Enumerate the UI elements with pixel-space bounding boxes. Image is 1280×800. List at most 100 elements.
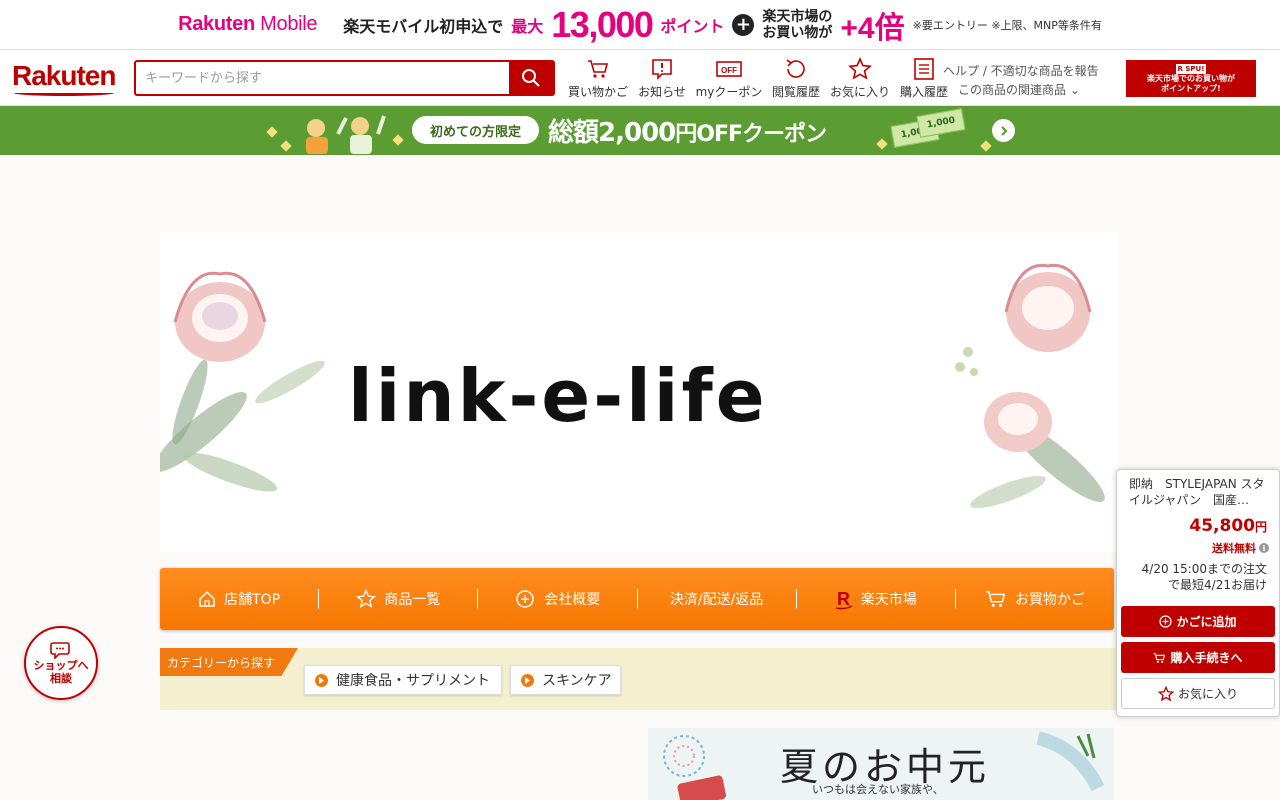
related-items-dropdown[interactable]: この商品の関連商品 ⌄ — [943, 81, 1099, 100]
category-health-food-label: 健康食品・サプリメント — [336, 673, 490, 689]
shop-nav-products[interactable]: 商品一覧 — [319, 589, 479, 609]
nav-favorites-label: お気に入り — [829, 85, 890, 99]
arrow-circle-icon — [315, 673, 328, 687]
sparkle-decoration — [266, 126, 278, 138]
shop-nav-rakuten-ichiba-label: 楽天市場 — [860, 592, 917, 608]
chat-bubble-icon — [50, 642, 70, 659]
info-icon[interactable]: i — [1259, 543, 1269, 553]
product-price: 45,800円 — [1189, 516, 1267, 536]
shop-name-logo: link-e-life — [348, 354, 768, 438]
search-button[interactable] — [509, 62, 553, 94]
promo-multiplier: +4倍 — [840, 11, 905, 45]
consult-line1: ショップへ — [33, 659, 89, 672]
shop-nav-cart[interactable]: お買物かご — [956, 589, 1114, 609]
spu-banner[interactable]: R SPU! 楽天市場でのお買い物が ポイントアップ! — [1126, 60, 1256, 97]
category-skincare-label: スキンケア — [542, 673, 612, 689]
promo-points-text: ポイント — [660, 16, 725, 36]
first-time-only-pill: 初めての方限定 — [412, 116, 539, 144]
favorite-button[interactable]: お気に入り — [1121, 678, 1275, 709]
shop-header-banner[interactable]: link-e-life — [160, 232, 1118, 552]
free-shipping-badge: 送料無料 i — [1212, 540, 1269, 556]
nav-my-coupon-label: myクーポン — [695, 85, 763, 99]
nav-notifications-label: お知らせ — [638, 85, 686, 99]
coupon-icon: OFF — [716, 61, 742, 77]
sparkle-decoration — [876, 138, 888, 150]
add-to-cart-button[interactable]: かごに追加 — [1121, 606, 1275, 637]
shop-nav-top[interactable]: 店舗TOP — [160, 589, 320, 609]
chevron-right-icon — [1000, 125, 1008, 136]
sparkle-decoration — [980, 140, 992, 152]
chevron-down-icon: ⌄ — [1069, 83, 1080, 97]
rakuten-logo[interactable]: Rakuten — [12, 60, 116, 96]
coupon-message: 総額2,000円OFFクーポン — [548, 118, 827, 148]
header-nav: 買い物かご お知らせ OFF myクーポン 閲覧履歴 お気に入り 購入履歴 — [566, 56, 956, 100]
promo-max-text: 最大 — [511, 16, 544, 36]
plus-icon: + — [732, 13, 755, 36]
rakuten-mobile-promo-banner[interactable]: Rakuten Mobile 楽天モバイル初申込で 最大 13,000 ポイント… — [0, 0, 1280, 50]
arrow-circle-icon — [521, 673, 534, 687]
search-input[interactable] — [136, 62, 509, 94]
checkout-button[interactable]: 購入手続きへ — [1121, 642, 1275, 673]
sparkle-decoration — [392, 134, 404, 146]
product-title[interactable]: 即納 STYLEJAPAN スタイルジャパン 国産… — [1129, 476, 1274, 510]
cart-icon — [1154, 652, 1166, 663]
list-icon — [914, 58, 934, 80]
search-icon — [522, 69, 540, 87]
history-icon — [786, 59, 805, 78]
category-health-food[interactable]: 健康食品・サプリメント — [304, 665, 502, 695]
shop-consult-button[interactable]: ショップへ 相談 — [24, 626, 98, 700]
rakuten-r-icon: R — [835, 589, 853, 610]
protea-flower-right-illustration — [955, 263, 1105, 509]
shop-nav-company[interactable]: 会社概要 — [478, 589, 638, 609]
nav-my-coupon[interactable]: OFF myクーポン — [694, 56, 764, 100]
cart-icon — [985, 591, 1006, 607]
shop-nav-payment-shipping[interactable]: 決済/配送/返品 — [638, 589, 797, 609]
star-icon — [848, 57, 872, 80]
promo-lead-text: 楽天モバイル初申込で — [343, 16, 504, 36]
site-header: Rakuten 買い物かご お知らせ OFF myクーポン 閲覧履歴 お気に入り — [0, 50, 1280, 106]
promo-amount: 13,000 — [551, 3, 654, 45]
coupon-arrow-button[interactable] — [992, 119, 1015, 142]
shop-nav-top-label: 店舗TOP — [224, 592, 281, 608]
company-icon — [516, 590, 535, 608]
summer-gift-subtitle: いつもは会えない家族や、 — [812, 783, 944, 796]
delivery-estimate: 4/20 15:00までの注文 で最短4/21お届け — [1141, 562, 1267, 592]
promo-market-text: 楽天市場の お買い物が — [762, 8, 833, 41]
search-box — [134, 60, 555, 96]
shop-nav-products-label: 商品一覧 — [384, 592, 441, 608]
category-bar: カテゴリーから探す 健康食品・サプリメント スキンケア — [160, 648, 1118, 710]
protea-flower-left-illustration — [160, 271, 325, 492]
first-time-coupon-banner[interactable]: 初めての方限定 総額2,000円OFFクーポン 1,000 1,000 — [0, 106, 1280, 155]
notification-icon — [652, 59, 672, 80]
star-icon — [1157, 685, 1174, 701]
category-skincare[interactable]: スキンケア — [510, 665, 621, 695]
nav-notifications[interactable]: お知らせ — [630, 56, 694, 100]
home-icon — [199, 590, 215, 607]
logo-swoosh — [14, 90, 114, 96]
cart-icon — [588, 60, 609, 78]
nav-browsing-history[interactable]: 閲覧履歴 — [764, 56, 828, 100]
consult-line2: 相談 — [50, 672, 72, 685]
summer-gift-banner[interactable]: 夏のお中元 いつもは会えない家族や、 — [648, 728, 1114, 800]
bill-illustration: 1,000 — [916, 108, 966, 138]
promo-note: ※要エントリー ※上限、MNP等条件有 — [912, 18, 1102, 32]
spu-tag: R SPU! — [1175, 64, 1207, 74]
sparkle-decoration — [280, 140, 292, 152]
nav-browsing-history-label: 閲覧履歴 — [771, 85, 820, 99]
shop-nav-rakuten-ichiba[interactable]: R 楽天市場 — [797, 589, 956, 610]
nav-favorites[interactable]: お気に入り — [828, 56, 892, 100]
rakuten-mobile-logo: Rakuten Mobile — [178, 13, 318, 35]
svg-text:OFF: OFF — [721, 66, 737, 75]
shop-nav-cart-label: お買物かご — [1014, 592, 1085, 608]
help-links: ヘルプ / 不適切な商品を報告 この商品の関連商品 ⌄ — [943, 62, 1099, 100]
svg-text:R: R — [837, 589, 850, 609]
help-report-link[interactable]: ヘルプ / 不適切な商品を報告 — [943, 62, 1099, 81]
shop-nav-payment-shipping-label: 決済/配送/返品 — [669, 592, 764, 608]
nav-cart-label: 買い物かご — [567, 85, 628, 99]
nav-cart[interactable]: 買い物かご — [566, 56, 630, 100]
mascot-illustration — [306, 115, 386, 154]
spu-line2: ポイントアップ! — [1161, 84, 1221, 93]
shop-navigation: 店舗TOP 商品一覧 会社概要 決済/配送/返品 R 楽天市場 お買物かご — [160, 568, 1114, 630]
shop-nav-company-label: 会社概要 — [544, 592, 601, 608]
star-outline-icon — [356, 589, 377, 608]
